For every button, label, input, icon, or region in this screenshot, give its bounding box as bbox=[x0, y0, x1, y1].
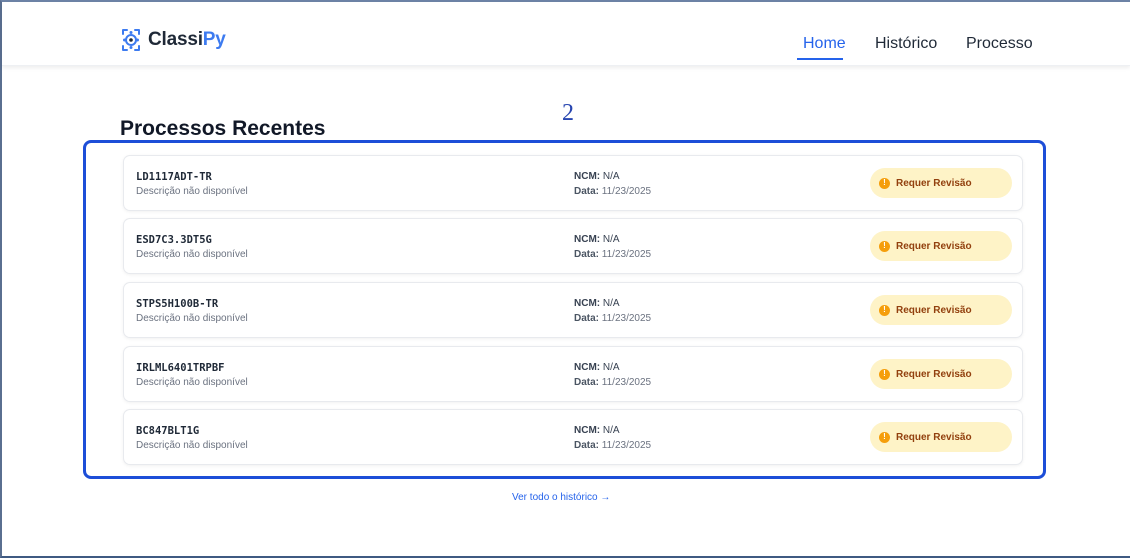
ncm-info: NCM: N/A bbox=[574, 362, 620, 373]
status-label: Requer Revisão bbox=[896, 368, 972, 380]
annotation-marker: 2 bbox=[562, 100, 574, 126]
ncm-label: NCM: bbox=[574, 425, 601, 436]
date-value: 11/23/2025 bbox=[601, 440, 652, 451]
active-nav-underline bbox=[797, 58, 843, 60]
status-badge[interactable]: ! Requer Revisão bbox=[870, 168, 1012, 198]
date-info: Data: 11/23/2025 bbox=[574, 186, 651, 197]
ncm-info: NCM: N/A bbox=[574, 234, 620, 245]
process-card[interactable]: LD1117ADT-TR Descrição não disponível NC… bbox=[123, 155, 1023, 211]
part-number: LD1117ADT-TR bbox=[136, 171, 212, 183]
nav-item-home[interactable]: Home bbox=[803, 35, 846, 53]
date-label: Data: bbox=[574, 186, 600, 197]
part-description: Descrição não disponível bbox=[136, 440, 248, 451]
exclamation-icon: ! bbox=[879, 304, 890, 316]
brand-icon bbox=[122, 29, 140, 51]
top-navbar: ClassiPy Home Histórico Processo bbox=[2, 2, 1130, 66]
part-number: STPS5H100B-TR bbox=[136, 298, 219, 310]
ncm-label: NCM: bbox=[574, 234, 601, 245]
process-card[interactable]: IRLML6401TRPBF Descrição não disponível … bbox=[123, 346, 1023, 402]
ncm-value: N/A bbox=[602, 234, 620, 245]
ncm-label: NCM: bbox=[574, 298, 601, 309]
ncm-info: NCM: N/A bbox=[574, 298, 620, 309]
ncm-info: NCM: N/A bbox=[574, 425, 620, 436]
status-label: Requer Revisão bbox=[896, 304, 972, 316]
exclamation-icon: ! bbox=[879, 431, 890, 443]
nav-item-processo[interactable]: Processo bbox=[966, 35, 1033, 53]
part-description: Descrição não disponível bbox=[136, 313, 248, 324]
nav-item-historico[interactable]: Histórico bbox=[875, 35, 937, 53]
date-info: Data: 11/23/2025 bbox=[574, 377, 651, 388]
process-card[interactable]: ESD7C3.3DT5G Descrição não disponível NC… bbox=[123, 218, 1023, 274]
date-label: Data: bbox=[574, 249, 600, 260]
status-label: Requer Revisão bbox=[896, 431, 972, 443]
part-number: IRLML6401TRPBF bbox=[136, 362, 225, 374]
part-description: Descrição não disponível bbox=[136, 377, 248, 388]
brand-logo[interactable]: ClassiPy bbox=[120, 28, 226, 52]
date-label: Data: bbox=[574, 440, 600, 451]
status-badge[interactable]: ! Requer Revisão bbox=[870, 231, 1012, 261]
date-info: Data: 11/23/2025 bbox=[574, 249, 651, 260]
ncm-value: N/A bbox=[602, 425, 620, 436]
status-badge[interactable]: ! Requer Revisão bbox=[870, 422, 1012, 452]
recent-processes-highlight: LD1117ADT-TR Descrição não disponível NC… bbox=[83, 140, 1046, 479]
process-card[interactable]: STPS5H100B-TR Descrição não disponível N… bbox=[123, 282, 1023, 338]
exclamation-icon: ! bbox=[879, 240, 890, 252]
date-label: Data: bbox=[574, 377, 600, 388]
exclamation-icon: ! bbox=[879, 368, 890, 380]
ncm-value: N/A bbox=[602, 362, 620, 373]
ncm-value: N/A bbox=[602, 171, 620, 182]
ncm-value: N/A bbox=[602, 298, 620, 309]
part-description: Descrição não disponível bbox=[136, 186, 248, 197]
date-value: 11/23/2025 bbox=[601, 249, 652, 260]
ncm-info: NCM: N/A bbox=[574, 171, 620, 182]
part-description: Descrição não disponível bbox=[136, 249, 248, 260]
status-badge[interactable]: ! Requer Revisão bbox=[870, 295, 1012, 325]
part-number: BC847BLT1G bbox=[136, 425, 200, 437]
date-label: Data: bbox=[574, 313, 600, 324]
page-title: Processos Recentes bbox=[120, 117, 326, 140]
brand-name-accent: Py bbox=[202, 29, 226, 50]
status-badge[interactable]: ! Requer Revisão bbox=[870, 359, 1012, 389]
date-value: 11/23/2025 bbox=[601, 313, 652, 324]
status-label: Requer Revisão bbox=[896, 177, 972, 189]
part-number: ESD7C3.3DT5G bbox=[136, 234, 212, 246]
process-card[interactable]: BC847BLT1G Descrição não disponível NCM:… bbox=[123, 409, 1023, 465]
date-value: 11/23/2025 bbox=[601, 377, 652, 388]
view-all-history-link[interactable]: Ver todo o histórico → bbox=[512, 492, 610, 503]
date-value: 11/23/2025 bbox=[601, 186, 652, 197]
date-info: Data: 11/23/2025 bbox=[574, 313, 651, 324]
exclamation-icon: ! bbox=[879, 177, 890, 189]
ncm-label: NCM: bbox=[574, 362, 601, 373]
status-label: Requer Revisão bbox=[896, 240, 972, 252]
brand-name: ClassiPy bbox=[148, 29, 226, 51]
brand-name-main: Classi bbox=[148, 29, 203, 50]
date-info: Data: 11/23/2025 bbox=[574, 440, 651, 451]
ncm-label: NCM: bbox=[574, 171, 601, 182]
